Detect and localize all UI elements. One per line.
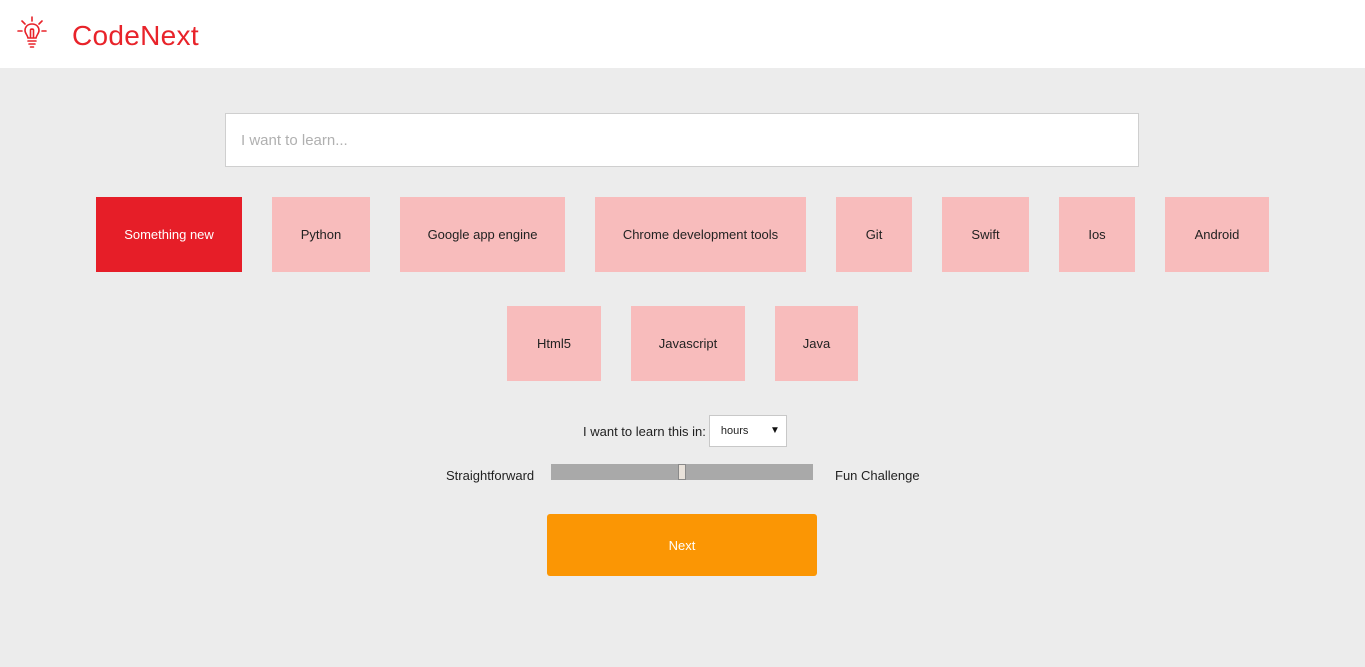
topic-android[interactable]: Android bbox=[1165, 197, 1269, 272]
slider-min-label: Straightforward bbox=[446, 468, 535, 483]
slider-thumb[interactable] bbox=[678, 464, 686, 480]
topic-python[interactable]: Python bbox=[272, 197, 370, 272]
topic-git[interactable]: Git bbox=[836, 197, 912, 272]
search-input[interactable] bbox=[225, 113, 1139, 167]
topic-java[interactable]: Java bbox=[775, 306, 858, 381]
lightbulb-icon[interactable] bbox=[17, 16, 47, 50]
duration-select[interactable]: hours ▼ bbox=[708, 415, 787, 447]
top-header: CodeNext bbox=[0, 0, 1365, 68]
topic-google-app-engine[interactable]: Google app engine bbox=[400, 197, 565, 272]
duration-selected-value: hours bbox=[720, 425, 749, 437]
brand-name[interactable]: CodeNext bbox=[72, 19, 199, 53]
slider-max-label: Fun Challenge bbox=[835, 468, 920, 483]
topic-ios[interactable]: Ios bbox=[1059, 197, 1135, 272]
dropdown-arrow-icon: ▼ bbox=[769, 425, 780, 436]
topic-html5[interactable]: Html5 bbox=[507, 306, 601, 381]
topic-javascript[interactable]: Javascript bbox=[631, 306, 745, 381]
topic-swift[interactable]: Swift bbox=[942, 197, 1029, 272]
difficulty-slider[interactable] bbox=[551, 464, 813, 480]
topic-chrome-development-tools[interactable]: Chrome development tools bbox=[595, 197, 806, 272]
next-button[interactable]: Next bbox=[547, 514, 817, 576]
duration-row: I want to learn this in: hours ▼ bbox=[583, 415, 787, 447]
duration-label: I want to learn this in: bbox=[583, 423, 706, 439]
topic-something-new[interactable]: Something new bbox=[96, 197, 242, 272]
